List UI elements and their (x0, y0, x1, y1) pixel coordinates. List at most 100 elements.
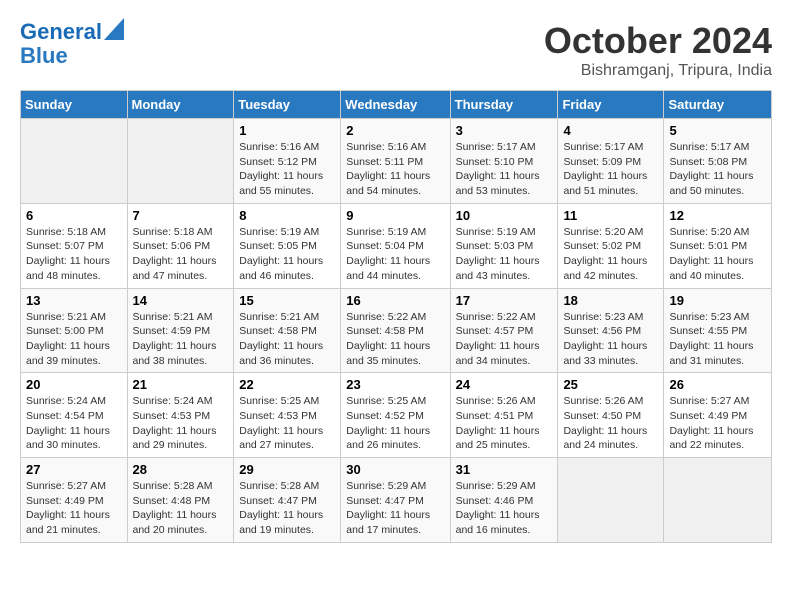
cell-info: Sunrise: 5:17 AM Sunset: 5:10 PM Dayligh… (456, 140, 553, 199)
calendar-cell: 6 Sunrise: 5:18 AM Sunset: 5:07 PM Daylig… (21, 203, 128, 288)
cell-info: Sunrise: 5:23 AM Sunset: 4:55 PM Dayligh… (669, 310, 766, 369)
calendar-cell (664, 458, 772, 543)
day-number: 14 (133, 293, 229, 308)
calendar-cell: 2 Sunrise: 5:16 AM Sunset: 5:11 PM Daylig… (341, 119, 450, 204)
cell-info: Sunrise: 5:18 AM Sunset: 5:07 PM Dayligh… (26, 225, 122, 284)
day-number: 20 (26, 377, 122, 392)
calendar-cell: 18Sunrise: 5:23 AM Sunset: 4:56 PM Dayli… (558, 288, 664, 373)
day-number: 4 (563, 123, 658, 138)
calendar-week-row: 20 Sunrise: 5:24 AM Sunset: 4:54 PM Dayli… (21, 373, 772, 458)
calendar-cell: 5 Sunrise: 5:17 AM Sunset: 5:08 PM Daylig… (664, 119, 772, 204)
calendar-cell: 26 Sunrise: 5:27 AM Sunset: 4:49 PM Dayli… (664, 373, 772, 458)
calendar-cell: 15 Sunrise: 5:21 AM Sunset: 4:58 PM Dayli… (234, 288, 341, 373)
day-number: 3 (456, 123, 553, 138)
title-block: October 2024 Bishramganj, Tripura, India (544, 20, 772, 80)
cell-info: Sunrise: 5:19 AM Sunset: 5:04 PM Dayligh… (346, 225, 444, 284)
cell-info: Sunrise: 5:20 AM Sunset: 5:01 PM Dayligh… (669, 225, 766, 284)
calendar-table: SundayMondayTuesdayWednesdayThursdayFrid… (20, 90, 772, 543)
calendar-cell (558, 458, 664, 543)
day-number: 12 (669, 208, 766, 223)
calendar-cell: 22 Sunrise: 5:25 AM Sunset: 4:53 PM Dayli… (234, 373, 341, 458)
calendar-cell: 29Sunrise: 5:28 AM Sunset: 4:47 PM Dayli… (234, 458, 341, 543)
day-of-week-header: Monday (127, 91, 234, 119)
cell-info: Sunrise: 5:16 AM Sunset: 5:12 PM Dayligh… (239, 140, 335, 199)
day-of-week-header: Tuesday (234, 91, 341, 119)
logo-text-general: General (20, 20, 102, 44)
cell-info: Sunrise: 5:27 AM Sunset: 4:49 PM Dayligh… (669, 394, 766, 453)
calendar-cell: 4 Sunrise: 5:17 AM Sunset: 5:09 PM Daylig… (558, 119, 664, 204)
day-number: 24 (456, 377, 553, 392)
calendar-week-row: 27Sunrise: 5:27 AM Sunset: 4:49 PM Dayli… (21, 458, 772, 543)
cell-info: Sunrise: 5:21 AM Sunset: 5:00 PM Dayligh… (26, 310, 122, 369)
calendar-cell: 14 Sunrise: 5:21 AM Sunset: 4:59 PM Dayli… (127, 288, 234, 373)
logo: General Blue (20, 20, 124, 68)
day-of-week-header: Friday (558, 91, 664, 119)
calendar-cell: 13 Sunrise: 5:21 AM Sunset: 5:00 PM Dayli… (21, 288, 128, 373)
day-number: 1 (239, 123, 335, 138)
cell-info: Sunrise: 5:19 AM Sunset: 5:05 PM Dayligh… (239, 225, 335, 284)
day-number: 15 (239, 293, 335, 308)
calendar-cell: 17Sunrise: 5:22 AM Sunset: 4:57 PM Dayli… (450, 288, 558, 373)
day-number: 25 (563, 377, 658, 392)
day-number: 23 (346, 377, 444, 392)
calendar-cell: 3 Sunrise: 5:17 AM Sunset: 5:10 PM Daylig… (450, 119, 558, 204)
location-subtitle: Bishramganj, Tripura, India (544, 62, 772, 80)
day-number: 30 (346, 462, 444, 477)
calendar-header-row: SundayMondayTuesdayWednesdayThursdayFrid… (21, 91, 772, 119)
calendar-cell: 9Sunrise: 5:19 AM Sunset: 5:04 PM Daylig… (341, 203, 450, 288)
calendar-cell: 21Sunrise: 5:24 AM Sunset: 4:53 PM Dayli… (127, 373, 234, 458)
logo-triangle-icon (104, 18, 124, 40)
day-number: 5 (669, 123, 766, 138)
calendar-cell: 30 Sunrise: 5:29 AM Sunset: 4:47 PM Dayli… (341, 458, 450, 543)
day-number: 11 (563, 208, 658, 223)
day-number: 8 (239, 208, 335, 223)
month-title: October 2024 (544, 20, 772, 62)
cell-info: Sunrise: 5:25 AM Sunset: 4:53 PM Dayligh… (239, 394, 335, 453)
calendar-cell: 1 Sunrise: 5:16 AM Sunset: 5:12 PM Daylig… (234, 119, 341, 204)
calendar-cell: 24Sunrise: 5:26 AM Sunset: 4:51 PM Dayli… (450, 373, 558, 458)
cell-info: Sunrise: 5:16 AM Sunset: 5:11 PM Dayligh… (346, 140, 444, 199)
cell-info: Sunrise: 5:18 AM Sunset: 5:06 PM Dayligh… (133, 225, 229, 284)
day-number: 26 (669, 377, 766, 392)
cell-info: Sunrise: 5:21 AM Sunset: 4:58 PM Dayligh… (239, 310, 335, 369)
day-number: 28 (133, 462, 229, 477)
day-of-week-header: Wednesday (341, 91, 450, 119)
cell-info: Sunrise: 5:22 AM Sunset: 4:58 PM Dayligh… (346, 310, 444, 369)
day-of-week-header: Thursday (450, 91, 558, 119)
calendar-cell: 12 Sunrise: 5:20 AM Sunset: 5:01 PM Dayli… (664, 203, 772, 288)
cell-info: Sunrise: 5:24 AM Sunset: 4:54 PM Dayligh… (26, 394, 122, 453)
calendar-cell: 8 Sunrise: 5:19 AM Sunset: 5:05 PM Daylig… (234, 203, 341, 288)
calendar-cell: 7Sunrise: 5:18 AM Sunset: 5:06 PM Daylig… (127, 203, 234, 288)
day-number: 2 (346, 123, 444, 138)
calendar-cell (127, 119, 234, 204)
cell-info: Sunrise: 5:29 AM Sunset: 4:47 PM Dayligh… (346, 479, 444, 538)
day-number: 19 (669, 293, 766, 308)
day-number: 16 (346, 293, 444, 308)
calendar-cell: 19 Sunrise: 5:23 AM Sunset: 4:55 PM Dayli… (664, 288, 772, 373)
cell-info: Sunrise: 5:24 AM Sunset: 4:53 PM Dayligh… (133, 394, 229, 453)
calendar-cell: 23 Sunrise: 5:25 AM Sunset: 4:52 PM Dayli… (341, 373, 450, 458)
cell-info: Sunrise: 5:20 AM Sunset: 5:02 PM Dayligh… (563, 225, 658, 284)
logo-text-blue: Blue (20, 44, 68, 68)
calendar-week-row: 13 Sunrise: 5:21 AM Sunset: 5:00 PM Dayli… (21, 288, 772, 373)
cell-info: Sunrise: 5:26 AM Sunset: 4:50 PM Dayligh… (563, 394, 658, 453)
cell-info: Sunrise: 5:25 AM Sunset: 4:52 PM Dayligh… (346, 394, 444, 453)
cell-info: Sunrise: 5:17 AM Sunset: 5:09 PM Dayligh… (563, 140, 658, 199)
cell-info: Sunrise: 5:28 AM Sunset: 4:48 PM Dayligh… (133, 479, 229, 538)
cell-info: Sunrise: 5:17 AM Sunset: 5:08 PM Dayligh… (669, 140, 766, 199)
day-number: 31 (456, 462, 553, 477)
cell-info: Sunrise: 5:29 AM Sunset: 4:46 PM Dayligh… (456, 479, 553, 538)
cell-info: Sunrise: 5:19 AM Sunset: 5:03 PM Dayligh… (456, 225, 553, 284)
calendar-cell: 28 Sunrise: 5:28 AM Sunset: 4:48 PM Dayli… (127, 458, 234, 543)
day-number: 17 (456, 293, 553, 308)
day-number: 13 (26, 293, 122, 308)
cell-info: Sunrise: 5:27 AM Sunset: 4:49 PM Dayligh… (26, 479, 122, 538)
day-number: 6 (26, 208, 122, 223)
calendar-week-row: 1 Sunrise: 5:16 AM Sunset: 5:12 PM Daylig… (21, 119, 772, 204)
calendar-cell: 31 Sunrise: 5:29 AM Sunset: 4:46 PM Dayli… (450, 458, 558, 543)
day-number: 22 (239, 377, 335, 392)
calendar-cell: 27Sunrise: 5:27 AM Sunset: 4:49 PM Dayli… (21, 458, 128, 543)
cell-info: Sunrise: 5:21 AM Sunset: 4:59 PM Dayligh… (133, 310, 229, 369)
calendar-cell: 11 Sunrise: 5:20 AM Sunset: 5:02 PM Dayli… (558, 203, 664, 288)
day-of-week-header: Sunday (21, 91, 128, 119)
